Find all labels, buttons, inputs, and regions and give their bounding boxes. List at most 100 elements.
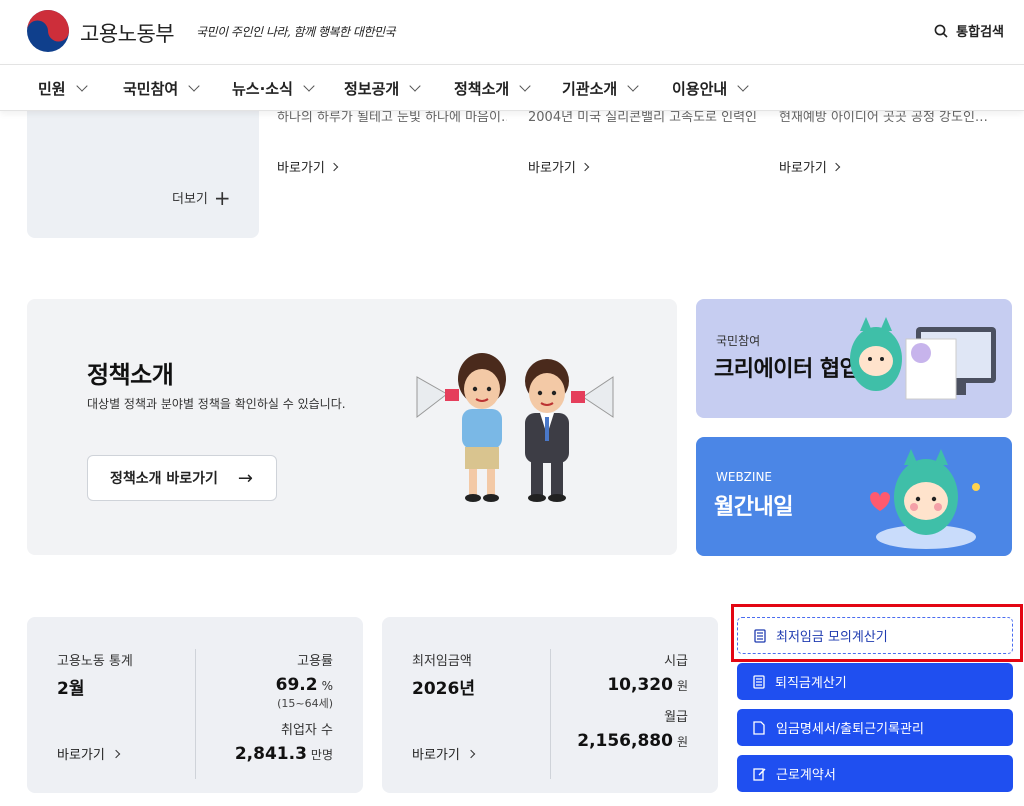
- calculator-icon: [754, 628, 766, 643]
- hourly-unit: 원: [676, 679, 688, 693]
- employed-value: 2,841.3: [234, 744, 307, 764]
- nav-item-news[interactable]: 뉴스·소식: [232, 78, 315, 99]
- nav-label: 이용안내: [672, 80, 728, 98]
- monthly-wage-block: 월급 2,156,880 원: [577, 706, 688, 751]
- link-label: 바로가기: [57, 748, 105, 763]
- link-label: 바로가기: [779, 161, 827, 176]
- nav-label: 정책소개: [454, 80, 510, 98]
- promo-title: 월간내일: [714, 495, 793, 520]
- chevron-right-icon: [466, 749, 476, 758]
- chevron-down-icon: [627, 80, 639, 92]
- monthly-value: 2,156,880: [577, 731, 673, 751]
- stats-period: 2월: [57, 679, 85, 699]
- chevron-right-icon: [111, 749, 121, 758]
- mascot-monitor-illustration: [850, 317, 996, 400]
- monthly-label: 월급: [664, 710, 688, 725]
- mascot-illustration: [416, 353, 614, 502]
- monthly-unit: 원: [676, 735, 688, 749]
- policy-description: 대상별 정책과 분야별 정책을 확인하실 수 있습니다.: [87, 397, 346, 411]
- more-label: 더보기: [172, 192, 208, 207]
- news-item-link[interactable]: 바로가기: [779, 157, 841, 176]
- nav-label: 국민참여: [123, 80, 179, 98]
- slogan: 국민이 주인인 나라, 함께 행복한 대한민국: [196, 25, 396, 39]
- chevron-right-icon: [580, 162, 590, 171]
- promo-subtitle: 국민참여: [716, 334, 761, 348]
- news-item-link[interactable]: 바로가기: [528, 157, 590, 176]
- employment-rate-note: (15~64세): [277, 697, 333, 710]
- divider: [550, 649, 551, 779]
- quick-link-label: 근로계약서: [776, 768, 836, 783]
- promo-subtitle: WEBZINE: [716, 470, 772, 484]
- employment-rate-value: 69.2: [275, 675, 318, 695]
- policy-link-button[interactable]: 정책소개 바로가기 →: [87, 455, 277, 501]
- chevron-right-icon: [831, 162, 841, 171]
- search-icon: [934, 24, 948, 38]
- stats-link[interactable]: 바로가기: [57, 744, 121, 763]
- divider: [195, 649, 196, 779]
- calculator-icon: [753, 674, 765, 689]
- plus-icon: +: [213, 185, 231, 210]
- site-header: 고용노동부 국민이 주인인 나라, 함께 행복한 대한민국 통합검색: [0, 0, 1024, 64]
- nav-label: 기관소개: [562, 80, 618, 98]
- employed-unit: 만명: [310, 748, 333, 762]
- employment-rate-label: 고용률: [297, 654, 333, 669]
- creator-collab-card[interactable]: 국민참여 크리에이터 협업: [696, 299, 1012, 418]
- minimum-wage-card: 최저임금액 2026년 바로가기 시급 10,320 원 월급 2,156,880…: [382, 617, 718, 793]
- link-label: 바로가기: [412, 748, 460, 763]
- search-label: 통합검색: [956, 25, 1004, 40]
- main-nav: 민원 국민참여 뉴스·소식 정보공개 정책소개 기관소개 이용안내: [0, 64, 1024, 111]
- chevron-right-icon: [329, 162, 339, 171]
- link-label: 바로가기: [277, 161, 325, 176]
- employment-rate-block: 고용률 69.2% (15~64세): [276, 650, 333, 711]
- hourly-wage-block: 시급 10,320 원: [607, 650, 688, 695]
- hourly-value: 10,320: [607, 675, 673, 695]
- ministry-logo[interactable]: [26, 9, 70, 53]
- labor-contract-button[interactable]: 근로계약서: [737, 755, 1013, 792]
- quick-link-label: 퇴직금계산기: [775, 676, 847, 691]
- hourly-label: 시급: [664, 654, 688, 669]
- payslip-attendance-button[interactable]: 임금명세서/출퇴근기록관리: [737, 709, 1013, 746]
- quick-link-label: 최저임금 모의계산기: [776, 630, 888, 645]
- chevron-down-icon: [188, 80, 200, 92]
- ministry-name[interactable]: 고용노동부: [80, 18, 175, 48]
- min-wage-calculator-button[interactable]: 최저임금 모의계산기: [737, 617, 1013, 654]
- chevron-down-icon: [519, 80, 531, 92]
- employed-label: 취업자 수: [281, 723, 333, 738]
- nav-label: 정보공개: [344, 80, 400, 98]
- webzine-card[interactable]: WEBZINE 월간내일: [696, 437, 1012, 556]
- search-button[interactable]: 통합검색: [934, 21, 1004, 40]
- news-side-card: [27, 100, 259, 238]
- stats-label: 고용노동 통계: [57, 654, 133, 669]
- arrow-right-icon: →: [237, 467, 254, 489]
- chevron-down-icon: [409, 80, 421, 92]
- chevron-down-icon: [303, 80, 315, 92]
- chevron-down-icon: [737, 80, 749, 92]
- chevron-down-icon: [75, 80, 88, 92]
- link-label: 바로가기: [528, 161, 576, 176]
- wage-link[interactable]: 바로가기: [412, 744, 476, 763]
- nav-item-policy[interactable]: 정책소개: [454, 78, 531, 99]
- more-button[interactable]: 더보기 +: [172, 185, 231, 210]
- quick-link-label: 임금명세서/출퇴근기록관리: [776, 722, 924, 737]
- policy-title: 정책소개: [87, 361, 174, 389]
- employment-rate-unit: %: [321, 679, 333, 693]
- nav-label: 뉴스·소식: [232, 80, 293, 98]
- news-item-link[interactable]: 바로가기: [277, 157, 339, 176]
- nav-item-about[interactable]: 기관소개: [562, 78, 639, 99]
- policy-banner: 정책소개 대상별 정책과 분야별 정책을 확인하실 수 있습니다. 정책소개 바…: [27, 299, 677, 555]
- nav-item-civil[interactable]: 민원: [38, 78, 88, 99]
- mascot-heart-illustration: [870, 449, 980, 549]
- promo-title: 크리에이터 협업: [714, 357, 860, 382]
- document-icon: [753, 720, 765, 735]
- severance-calculator-button[interactable]: 퇴직금계산기: [737, 663, 1013, 700]
- nav-label: 민원: [38, 80, 66, 98]
- wage-label: 최저임금액: [412, 654, 472, 669]
- employed-block: 취업자 수 2,841.3 만명: [235, 719, 333, 764]
- policy-button-label: 정책소개 바로가기: [110, 471, 218, 487]
- edit-document-icon: [753, 767, 766, 781]
- nav-item-guide[interactable]: 이용안내: [672, 78, 749, 99]
- nav-item-participation[interactable]: 국민참여: [123, 78, 200, 99]
- labor-stats-card: 고용노동 통계 2월 바로가기 고용률 69.2% (15~64세) 취업자 수…: [27, 617, 363, 793]
- nav-item-disclosure[interactable]: 정보공개: [344, 78, 421, 99]
- wage-year: 2026년: [412, 679, 475, 699]
